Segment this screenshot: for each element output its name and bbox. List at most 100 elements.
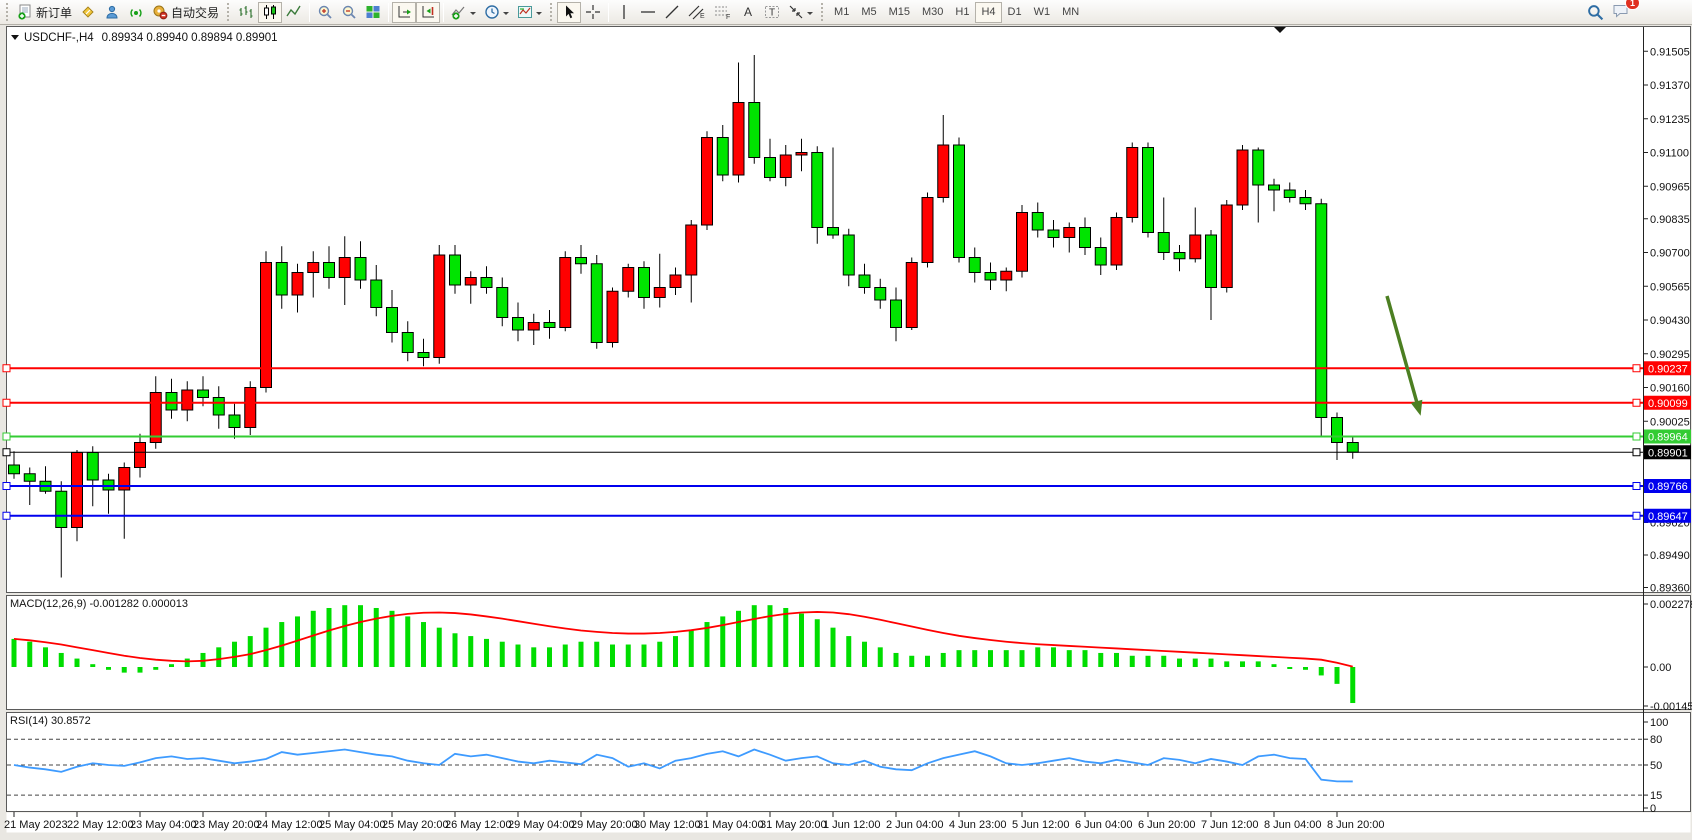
arrows-tool-button[interactable] [784, 2, 817, 23]
macd-histogram-bar [138, 667, 143, 673]
timeframe-M1[interactable]: M1 [828, 2, 855, 23]
candle-body-bear [87, 453, 98, 481]
macd-histogram-bar [90, 664, 95, 667]
toolbar-grip[interactable] [821, 3, 824, 21]
toolbar-separator [608, 3, 609, 22]
bar-chart-button[interactable] [234, 2, 258, 23]
line-right-handle[interactable] [1633, 433, 1640, 440]
line-left-handle[interactable] [3, 433, 10, 440]
candle-body-bear [371, 280, 382, 308]
toolbar-separator [309, 3, 310, 22]
chart-window[interactable]: 0.915050.913700.912350.911000.909650.908… [0, 0, 1692, 840]
candle-body-bear [450, 255, 461, 285]
indicators-button[interactable] [447, 2, 480, 23]
candle [1316, 199, 1327, 438]
candle-body-bull [1064, 228, 1075, 238]
new-order-icon [17, 4, 33, 20]
timeframe-D1[interactable]: D1 [1002, 2, 1028, 23]
candle-body-bull [702, 138, 713, 226]
candle-body-bear [56, 491, 67, 527]
text-label-tool-button[interactable]: T [760, 2, 784, 23]
line-left-handle[interactable] [3, 483, 10, 490]
line-right-handle[interactable] [1633, 483, 1640, 490]
price-axis-label: 0.91100 [1650, 148, 1689, 160]
timeframe-M30[interactable]: M30 [916, 2, 949, 23]
candle-body-bull [528, 323, 539, 331]
trendline-tool-button[interactable] [660, 2, 684, 23]
line-right-handle[interactable] [1633, 512, 1640, 519]
macd-histogram-bar [1114, 653, 1119, 667]
toolbar-separator [388, 3, 389, 22]
timeframe-H1[interactable]: H1 [949, 2, 975, 23]
metaeditor-icon [80, 4, 96, 20]
macd-histogram-bar [358, 605, 363, 667]
toolbar-grip[interactable] [227, 3, 230, 21]
candle-body-bear [749, 103, 760, 158]
line-right-handle[interactable] [1633, 365, 1640, 372]
rsi-panel[interactable] [7, 713, 1691, 812]
equidistant-channel-tool-button[interactable]: E [684, 2, 710, 23]
candle [702, 131, 713, 230]
cursor-tool-button[interactable] [557, 2, 581, 23]
search-button[interactable] [1583, 2, 1608, 23]
candle-body-bear [985, 273, 996, 281]
timeframe-W1[interactable]: W1 [1028, 2, 1057, 23]
timeframe-M5[interactable]: M5 [855, 2, 882, 23]
macd-histogram-bar [405, 616, 410, 667]
tile-windows-button[interactable] [361, 2, 385, 23]
candle-body-bull [733, 103, 744, 176]
macd-histogram-bar [1272, 664, 1277, 667]
fibonacci-tool-button[interactable]: F [710, 2, 736, 23]
zoom-in-button[interactable] [313, 2, 337, 23]
candle-body-bear [1253, 150, 1264, 185]
zoom-out-button[interactable] [337, 2, 361, 23]
vertical-line-tool-button[interactable] [612, 2, 636, 23]
signals-button[interactable] [124, 2, 148, 23]
chart-shift-button[interactable] [416, 2, 440, 23]
line-left-handle[interactable] [3, 449, 10, 456]
price-axis-label: 0.90430 [1650, 315, 1690, 327]
line-chart-button[interactable] [282, 2, 306, 23]
macd-axis-label: 0.002278 [1650, 599, 1692, 611]
toolbar-grip[interactable] [550, 3, 553, 21]
macd-histogram-bar [768, 605, 773, 667]
macd-histogram-bar [1193, 659, 1198, 667]
macd-histogram-bar [1319, 667, 1324, 675]
community-button[interactable] [100, 2, 124, 23]
price-tag-label: 0.90099 [1648, 398, 1688, 410]
macd-histogram-bar [216, 647, 221, 667]
timeframe-H4[interactable]: H4 [975, 2, 1001, 23]
autotrading-button[interactable]: 自动交易 [148, 2, 223, 23]
macd-histogram-bar [579, 642, 584, 667]
auto-scroll-button[interactable] [392, 2, 416, 23]
macd-histogram-bar [563, 645, 568, 667]
candlestick-chart-button[interactable] [258, 2, 282, 23]
timeframe-M15[interactable]: M15 [883, 2, 916, 23]
macd-histogram-bar [106, 667, 111, 670]
macd-histogram-bar [1177, 659, 1182, 667]
line-right-handle[interactable] [1633, 399, 1640, 406]
line-left-handle[interactable] [3, 512, 10, 519]
tile-windows-icon [365, 4, 381, 20]
horizontal-line-tool-button[interactable] [636, 2, 660, 23]
candle-body-bear [954, 145, 965, 258]
time-axis-label: 6 Jun 20:00 [1138, 819, 1196, 831]
timeframe-MN[interactable]: MN [1056, 2, 1085, 23]
macd-histogram-bar [1067, 650, 1072, 667]
main-chart-panel[interactable] [7, 27, 1691, 593]
toolbar-grip[interactable] [6, 3, 9, 21]
templates-button[interactable] [513, 2, 546, 23]
candle-body-bear [1095, 248, 1106, 266]
metaeditor-button[interactable] [76, 2, 100, 23]
line-right-handle[interactable] [1633, 449, 1640, 456]
new-order-button[interactable]: 新订单 [13, 2, 76, 23]
periods-button[interactable] [480, 2, 513, 23]
notification-badge[interactable]: 1 [1625, 0, 1640, 10]
main-toolbar: 新订单 自动交易 [0, 0, 1692, 25]
text-tool-button[interactable]: A [736, 2, 760, 23]
crosshair-tool-button[interactable] [581, 2, 605, 23]
line-left-handle[interactable] [3, 365, 10, 372]
line-left-handle[interactable] [3, 399, 10, 406]
macd-histogram-bar [232, 642, 237, 667]
macd-histogram-bar [27, 642, 32, 667]
